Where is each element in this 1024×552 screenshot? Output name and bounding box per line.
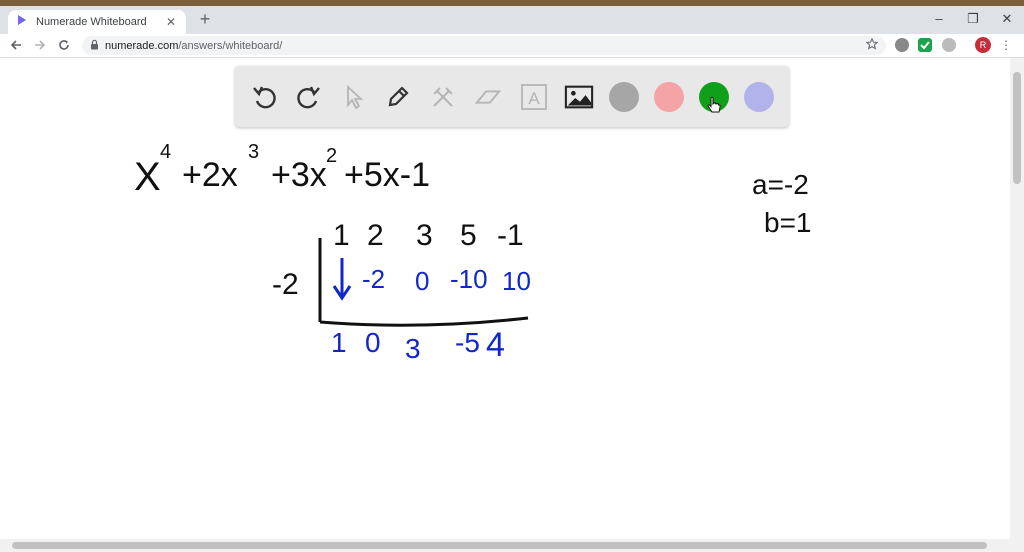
- poly-term-3x: +3x: [271, 156, 327, 194]
- coefficient: 1: [333, 219, 350, 252]
- down-arrow-icon: [332, 258, 352, 301]
- divisor: -2: [272, 268, 299, 301]
- vertical-scrollbar[interactable]: [1010, 58, 1024, 539]
- synthetic-division-products: -2 0 -10 10: [362, 264, 531, 296]
- bracket-horizontal-line: [319, 316, 529, 327]
- vertical-scroll-thumb[interactable]: [1013, 72, 1021, 184]
- note-b: b=1: [764, 207, 812, 238]
- handwriting-layer: X 4 +2x 3 +3x 2 +5x-1 a=-2 b=1 -2 1 2 3 …: [134, 141, 812, 364]
- product: 10: [502, 266, 531, 296]
- horizontal-scrollbar[interactable]: [0, 539, 1024, 552]
- poly-term-rest: +5x-1: [344, 156, 430, 194]
- product: -10: [450, 264, 488, 294]
- note-a: a=-2: [752, 169, 809, 200]
- coefficient: -1: [497, 219, 524, 252]
- polynomial-expression: X 4 +2x 3 +3x 2 +5x-1: [134, 141, 430, 199]
- poly-exponent-3: 3: [248, 141, 259, 163]
- poly-term-x: X: [134, 155, 161, 199]
- result: 1: [331, 327, 347, 358]
- result: 3: [405, 333, 421, 364]
- product: 0: [415, 266, 429, 296]
- poly-exponent-2: 2: [326, 145, 337, 167]
- coefficient: 3: [416, 219, 433, 252]
- coefficient: 2: [367, 219, 384, 252]
- product: -2: [362, 264, 385, 294]
- result: 0: [365, 327, 381, 358]
- result: -5: [455, 327, 480, 358]
- coefficient: 5: [460, 219, 477, 252]
- synthetic-division-results: 1 0 3 -5 4: [331, 326, 505, 364]
- notes: a=-2 b=1: [752, 169, 812, 238]
- poly-exponent-4: 4: [160, 141, 171, 163]
- horizontal-scroll-thumb[interactable]: [12, 542, 987, 549]
- result-remainder: 4: [486, 326, 505, 364]
- poly-term-2x: +2x: [182, 156, 238, 194]
